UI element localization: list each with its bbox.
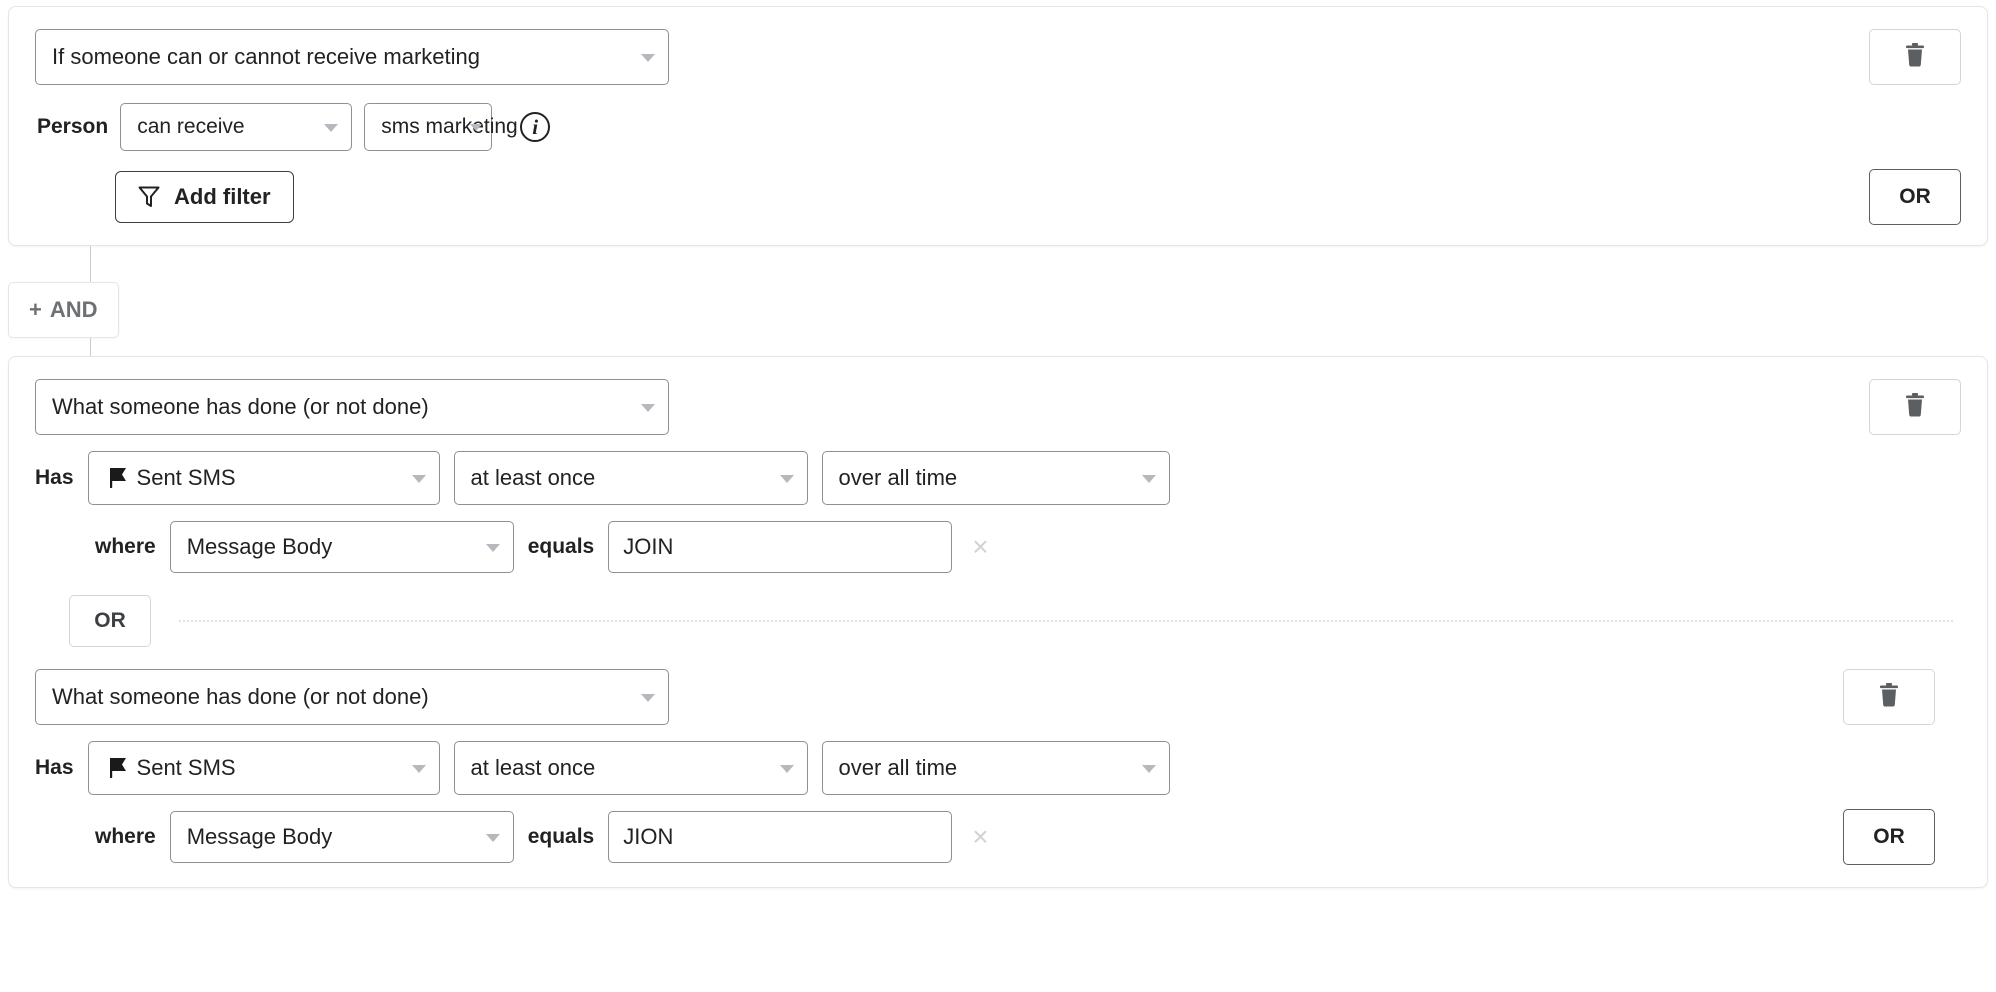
trigger-select-behavior-1[interactable]: What someone has done (or not done) xyxy=(35,379,669,435)
remove-filter-icon-1[interactable]: × xyxy=(966,529,994,565)
behavior-condition-2: What someone has done (or not done) Has … xyxy=(35,669,1961,865)
add-filter-row: Add filter xyxy=(35,171,1961,223)
person-label: Person xyxy=(37,115,109,138)
trash-icon xyxy=(1878,682,1900,712)
timeframe-select-value: over all time xyxy=(838,465,958,490)
inner-or-divider: OR xyxy=(35,595,1961,647)
metric-select-value: Sent SMS xyxy=(136,755,236,780)
metric-select-1[interactable]: Sent SMS xyxy=(87,451,440,505)
metric-row-2: Has Sent SMS at least once over all time xyxy=(35,741,1961,795)
chevron-down-icon xyxy=(779,765,794,773)
trash-icon xyxy=(1904,392,1926,422)
add-filter-label: Add filter xyxy=(174,184,271,209)
flag-icon xyxy=(105,755,137,781)
condition-card-behavior: What someone has done (or not done) Has … xyxy=(8,356,1988,888)
chevron-down-icon xyxy=(779,475,794,483)
metric-row-1: Has Sent SMS at least once over all time xyxy=(35,451,1961,505)
timeframe-select-value: over all time xyxy=(838,755,958,780)
filter-value-input-2[interactable]: JION xyxy=(608,811,953,863)
where-label: where xyxy=(95,535,156,558)
chevron-down-icon xyxy=(641,404,655,412)
behavior-condition-1: What someone has done (or not done) Has … xyxy=(35,379,1961,573)
chevron-down-icon xyxy=(641,694,655,702)
consent-select[interactable]: can receive xyxy=(120,103,353,151)
metric-select-2[interactable]: Sent SMS xyxy=(87,741,440,795)
consent-select-value: can receive xyxy=(137,115,245,138)
chevron-down-icon xyxy=(1141,475,1156,483)
add-filter-button[interactable]: Add filter xyxy=(115,171,294,223)
trash-icon xyxy=(1904,42,1926,72)
segment-builder: If someone can or cannot receive marketi… xyxy=(0,0,1996,992)
channel-select-value: sms marketing xyxy=(381,115,518,138)
frequency-select-value: at least once xyxy=(470,465,596,490)
flag-icon xyxy=(105,465,137,491)
dimension-select-2[interactable]: Message Body xyxy=(169,811,514,863)
chevron-down-icon xyxy=(470,124,483,131)
operator-label: equals xyxy=(527,825,595,848)
chevron-down-icon xyxy=(324,124,339,132)
trigger-row: What someone has done (or not done) xyxy=(35,669,1961,725)
chevron-down-icon xyxy=(411,765,426,773)
plus-icon: + xyxy=(29,297,42,322)
timeframe-select-2[interactable]: over all time xyxy=(821,741,1170,795)
channel-select[interactable]: sms marketing xyxy=(364,103,518,151)
has-label: Has xyxy=(35,466,74,489)
has-label: Has xyxy=(35,756,74,779)
add-and-group-button[interactable]: + AND xyxy=(8,282,119,338)
info-icon[interactable]: i xyxy=(520,112,551,142)
condition-card-marketing: If someone can or cannot receive marketi… xyxy=(8,6,1988,246)
and-label: AND xyxy=(49,297,98,322)
trigger-select-value: If someone can or cannot receive marketi… xyxy=(52,44,481,69)
chevron-down-icon xyxy=(1141,765,1156,773)
connector-line-top xyxy=(90,246,91,282)
chevron-down-icon xyxy=(485,544,500,552)
chevron-down-icon xyxy=(411,475,426,483)
dimension-select-value: Message Body xyxy=(186,534,333,559)
dimension-select-1[interactable]: Message Body xyxy=(169,521,514,573)
trigger-row: If someone can or cannot receive marketi… xyxy=(35,29,1961,85)
filter-row-2: where Message Body equals JION × xyxy=(35,811,1961,863)
inner-or-button[interactable]: OR xyxy=(69,595,151,647)
delete-condition-button-2[interactable] xyxy=(1869,379,1961,435)
chevron-down-icon xyxy=(485,834,500,842)
filter-value-input-1[interactable]: JOIN xyxy=(608,521,953,573)
filter-row-1: where Message Body equals JOIN × xyxy=(35,521,1961,573)
timeframe-select-1[interactable]: over all time xyxy=(821,451,1170,505)
metric-select-value: Sent SMS xyxy=(136,465,236,490)
funnel-icon xyxy=(138,185,160,209)
trigger-row: What someone has done (or not done) xyxy=(35,379,1961,435)
trigger-select-value: What someone has done (or not done) xyxy=(52,684,429,709)
divider-line xyxy=(179,620,1953,622)
where-label: where xyxy=(95,825,156,848)
trigger-select-behavior-2[interactable]: What someone has done (or not done) xyxy=(35,669,669,725)
frequency-select-2[interactable]: at least once xyxy=(453,741,808,795)
chevron-down-icon xyxy=(641,54,655,62)
or-button-block-1[interactable]: OR xyxy=(1869,169,1961,225)
operator-label: equals xyxy=(527,535,595,558)
trigger-select-marketing[interactable]: If someone can or cannot receive marketi… xyxy=(35,29,669,85)
delete-condition-button-1[interactable] xyxy=(1869,29,1961,85)
trigger-select-value: What someone has done (or not done) xyxy=(52,394,429,419)
or-button-block-2[interactable]: OR xyxy=(1843,809,1935,865)
delete-condition-button-3[interactable] xyxy=(1843,669,1935,725)
frequency-select-value: at least once xyxy=(470,755,596,780)
remove-filter-icon-2[interactable]: × xyxy=(966,819,994,855)
person-condition-row: Person can receive sms marketing i xyxy=(35,103,1961,151)
dimension-select-value: Message Body xyxy=(186,824,333,849)
frequency-select-1[interactable]: at least once xyxy=(453,451,808,505)
and-connector-wrap: + AND xyxy=(0,246,1996,364)
